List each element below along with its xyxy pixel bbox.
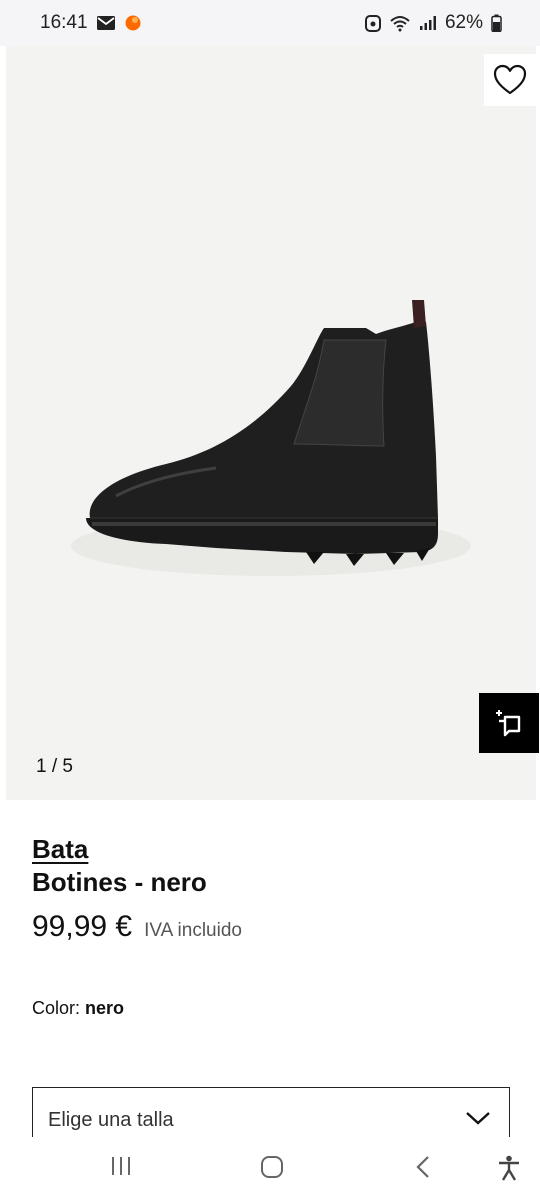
back-icon <box>416 1156 429 1178</box>
status-time: 16:41 <box>40 12 88 33</box>
price-row: 99,99 € IVA incluido <box>32 910 242 944</box>
home-button[interactable] <box>260 1155 284 1179</box>
recent-apps-button[interactable] <box>110 1155 132 1177</box>
mail-icon <box>96 15 116 31</box>
signal-icon <box>419 15 437 31</box>
view-in-room-icon <box>496 710 521 737</box>
system-nav-bar <box>0 1137 540 1200</box>
brand-link[interactable]: Bata <box>32 834 88 865</box>
home-icon <box>261 1156 283 1178</box>
color-value: nero <box>85 998 125 1018</box>
color-label: Color: <box>32 998 86 1018</box>
product-title: Botines - nero <box>32 867 207 897</box>
view-in-room-button[interactable] <box>479 693 539 753</box>
battery-percent: 62% <box>444 12 483 33</box>
product-price: 99,99 € <box>32 910 133 943</box>
wifi-icon <box>389 14 411 32</box>
heart-icon <box>493 64 527 95</box>
size-select-placeholder: Elige una talla <box>48 1109 174 1131</box>
chevron-down-icon <box>466 1111 490 1125</box>
alarm-icon <box>364 14 381 32</box>
accessibility-button[interactable] <box>497 1155 521 1181</box>
wishlist-button[interactable] <box>484 54 536 106</box>
battery-icon <box>491 14 502 32</box>
accessibility-icon <box>499 1155 519 1181</box>
status-bar: 16:41 62% <box>0 0 540 46</box>
vat-note: IVA incluido <box>144 920 242 941</box>
product-image <box>56 296 476 591</box>
back-button[interactable] <box>414 1155 432 1179</box>
image-counter: 1 / 5 <box>36 756 73 777</box>
color-info: Color: nero <box>32 998 124 1019</box>
app-notification-icon <box>124 14 142 32</box>
recent-apps-icon <box>112 1157 130 1175</box>
product-image-gallery[interactable]: 1 / 5 <box>6 46 539 800</box>
